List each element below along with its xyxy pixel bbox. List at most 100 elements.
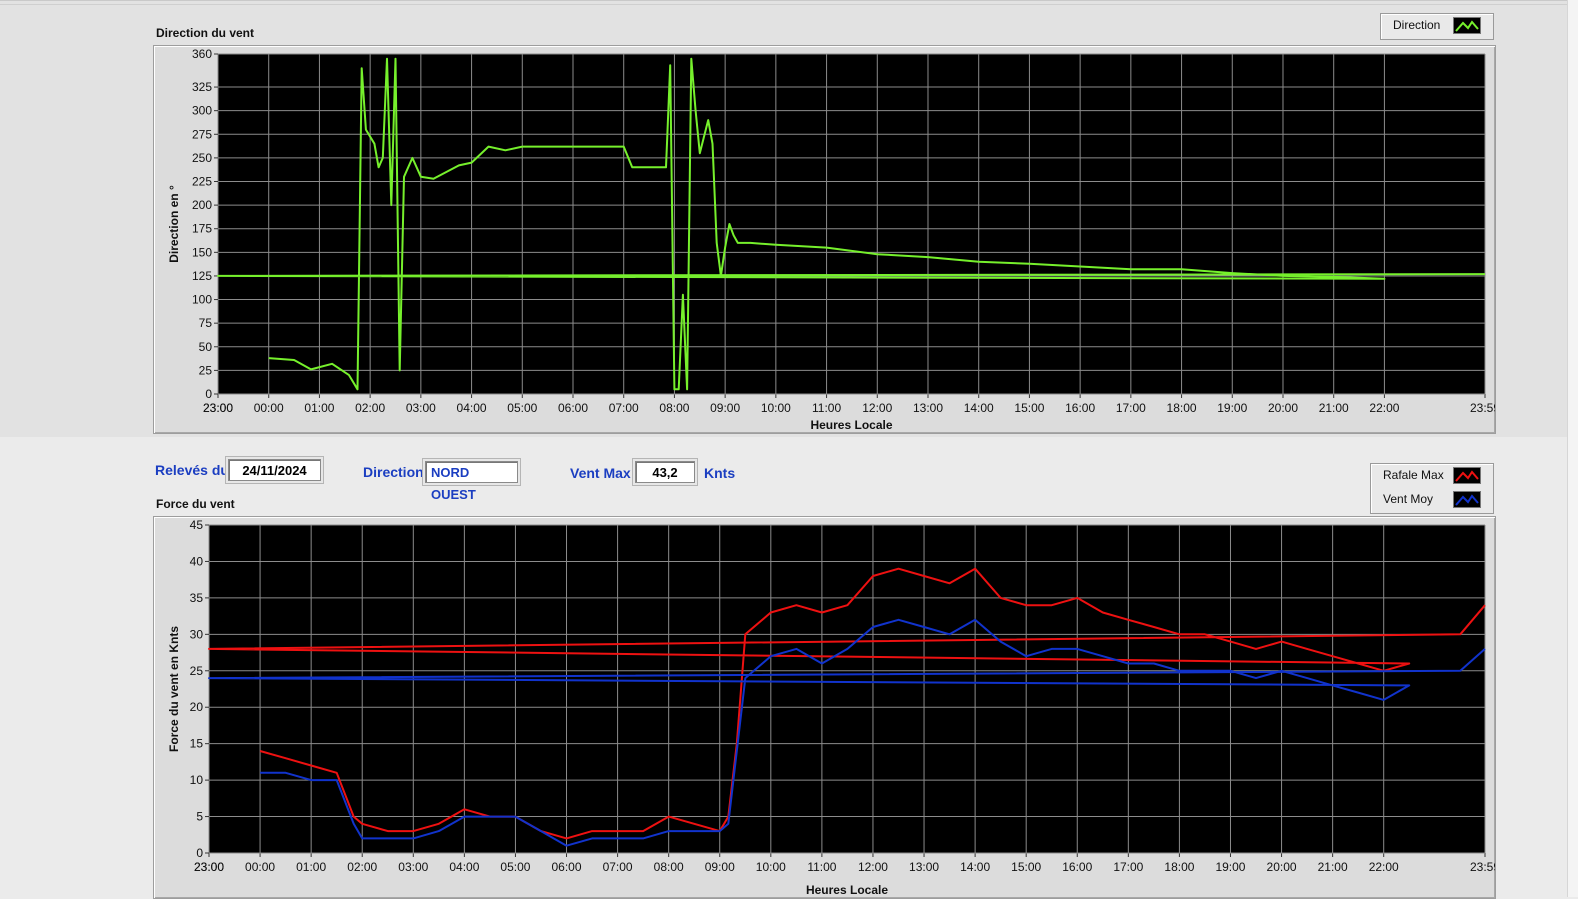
force-chart-ytick-label: 5 — [196, 810, 203, 824]
force-chart-xtick-label: 20:00 — [1267, 860, 1297, 874]
force-chart-xtick-label: 02:00 — [347, 860, 377, 874]
legend-label-direction: Direction — [1393, 18, 1441, 32]
force-chart-xtick-label: 06:00 — [552, 860, 582, 874]
legend-swatch-ventmoy — [1453, 491, 1481, 508]
direction-chart-ytick-label: 75 — [199, 316, 213, 330]
force-chart-plot-area — [209, 525, 1485, 853]
direction-chart-xtick-label: 00:00 — [254, 401, 284, 415]
direction-chart-xtick-label: 04:00 — [457, 401, 487, 415]
legend-item-ventmoy[interactable]: Vent Moy — [1371, 488, 1493, 512]
line-plot-icon — [1455, 494, 1479, 506]
force-chart-ytick-label: 30 — [190, 627, 204, 641]
force-chart-xtick-label: 01:00 — [296, 860, 326, 874]
force-chart-xtick-label: 21:00 — [1318, 860, 1348, 874]
direction-chart-ytick-label: 225 — [192, 175, 212, 189]
direction-chart-ytick-label: 0 — [205, 387, 212, 401]
ventmax-label: Vent Max — [570, 465, 631, 481]
direction-chart-title: Direction du vent — [156, 26, 255, 40]
force-chart-title: Force du vent — [156, 497, 235, 511]
force-chart-xtick-label: 18:00 — [1164, 860, 1194, 874]
legend-item-rafale[interactable]: Rafale Max — [1371, 464, 1493, 488]
releves-label: Relevés du — [155, 462, 229, 478]
direction-chart-xtick-label: 07:00 — [609, 401, 639, 415]
direction-chart-xtick-label: 05:00 — [507, 401, 537, 415]
force-chart-xtick-label: 12:00 — [858, 860, 888, 874]
direction-chart-xtick-label: 03:00 — [406, 401, 436, 415]
direction-chart-xtick-label: 23:00 — [203, 401, 233, 415]
direction-chart-ytick-label: 125 — [192, 269, 212, 283]
force-chart-xtick-label: 11:00 — [807, 860, 836, 874]
direction-chart-xtick-label: 01:00 — [304, 401, 334, 415]
force-chart-xtick-label: 19:00 — [1215, 860, 1245, 874]
direction-chart-xtick-label: 10:00 — [761, 401, 791, 415]
force-chart-svg: 23:00 00:00 01:00 02:00 03:00 04:00 05:00 06:00… — [167, 518, 1495, 897]
force-chart-xtick-label: 22:00 — [1369, 860, 1399, 874]
ventmax-unit: Knts — [704, 465, 736, 481]
direction-chart-yaxis-title: Direction en ° — [167, 185, 181, 263]
direction-chart-xtick-label: 16:00 — [1065, 401, 1095, 415]
direction-chart-svg: 23:00 00:00 01:00 02:00 03:00 04:00 05:00 06:00… — [167, 47, 1495, 432]
direction-label: Direction — [363, 464, 424, 480]
force-chart-ytick-label: 0 — [196, 846, 203, 860]
legend-swatch-rafale — [1453, 467, 1481, 484]
force-chart-xtick-label: 10:00 — [756, 860, 786, 874]
line-plot-icon — [1455, 470, 1479, 482]
force-chart-xtick-label: 00:00 — [245, 860, 275, 874]
ventmax-value-field[interactable]: 43,2 — [635, 461, 695, 483]
direction-chart-xtick-label: 17:00 — [1116, 401, 1146, 415]
direction-chart-ytick-label: 300 — [192, 104, 212, 118]
force-chart-xtick-label: 13:00 — [909, 860, 939, 874]
direction-value-field[interactable]: NORD OUEST — [425, 461, 518, 502]
force-chart-ytick-label: 35 — [190, 591, 204, 605]
top-divider — [0, 4, 1578, 5]
force-chart-xtick-label: 16:00 — [1062, 860, 1092, 874]
legend-label-ventmoy: Vent Moy — [1383, 492, 1434, 506]
legend-swatch-direction — [1453, 17, 1481, 34]
direction-chart-xtick-label: 02:00 — [355, 401, 385, 415]
direction-chart-xtick-label: 23:59 — [1470, 401, 1495, 415]
direction-legend[interactable]: Direction — [1380, 13, 1494, 40]
force-chart-yaxis-title: Force du vent en Knts — [167, 626, 181, 752]
direction-chart-xtick-label: 21:00 — [1319, 401, 1349, 415]
force-chart-xtick-label: 23:59 — [1470, 860, 1495, 874]
direction-chart-ytick-label: 150 — [192, 245, 212, 259]
direction-chart-frame: 23:00 00:00 01:00 02:00 03:00 04:00 05:00 06:00… — [153, 45, 1496, 434]
force-chart-ytick-label: 45 — [190, 518, 204, 532]
direction-chart-ytick-label: 200 — [192, 198, 212, 212]
direction-chart-ytick-label: 360 — [192, 47, 212, 61]
direction-chart-xtick-label: 22:00 — [1369, 401, 1399, 415]
force-chart-xtick-label: 23:00 — [194, 860, 224, 874]
direction-chart-xtick-label: 14:00 — [964, 401, 994, 415]
direction-chart-xtick-label: 13:00 — [913, 401, 943, 415]
direction-chart-ytick-label: 175 — [192, 222, 212, 236]
direction-chart-xtick-label: 06:00 — [558, 401, 588, 415]
force-chart-frame: 23:00 00:00 01:00 02:00 03:00 04:00 05:00 06:00… — [153, 516, 1496, 899]
force-chart-xaxis-title: Heures Locale — [806, 883, 888, 897]
direction-chart-xtick-label: 12:00 — [862, 401, 892, 415]
legend-label-rafale: Rafale Max — [1383, 468, 1444, 482]
force-chart-xtick-label: 09:00 — [705, 860, 735, 874]
force-chart-ytick-label: 10 — [190, 773, 204, 787]
direction-chart-xtick-label: 08:00 — [659, 401, 689, 415]
force-legend[interactable]: Rafale Max Vent Moy — [1370, 463, 1494, 514]
releves-date-field[interactable]: 24/11/2024 — [228, 459, 321, 481]
direction-chart-ytick-label: 275 — [192, 127, 212, 141]
direction-chart-ytick-label: 25 — [199, 363, 213, 377]
force-chart-ytick-label: 25 — [190, 664, 204, 678]
force-chart-xtick-label: 05:00 — [500, 860, 530, 874]
direction-chart-xtick-label: 11:00 — [812, 401, 841, 415]
force-chart-ytick-label: 40 — [190, 554, 204, 568]
direction-chart-ytick-label: 50 — [199, 340, 213, 354]
direction-chart-ytick-label: 100 — [192, 293, 212, 307]
force-chart-xtick-label: 03:00 — [398, 860, 428, 874]
line-plot-icon — [1455, 20, 1479, 32]
legend-item-direction[interactable]: Direction — [1381, 14, 1493, 38]
force-chart-xtick-label: 15:00 — [1011, 860, 1041, 874]
right-scroll-area — [1567, 0, 1578, 897]
force-chart-ytick-label: 15 — [190, 737, 204, 751]
direction-chart-xtick-label: 18:00 — [1167, 401, 1197, 415]
force-chart-xtick-label: 07:00 — [603, 860, 633, 874]
direction-chart-xtick-label: 20:00 — [1268, 401, 1298, 415]
force-chart-ytick-label: 20 — [190, 700, 204, 714]
direction-chart-plot-area — [218, 54, 1485, 394]
